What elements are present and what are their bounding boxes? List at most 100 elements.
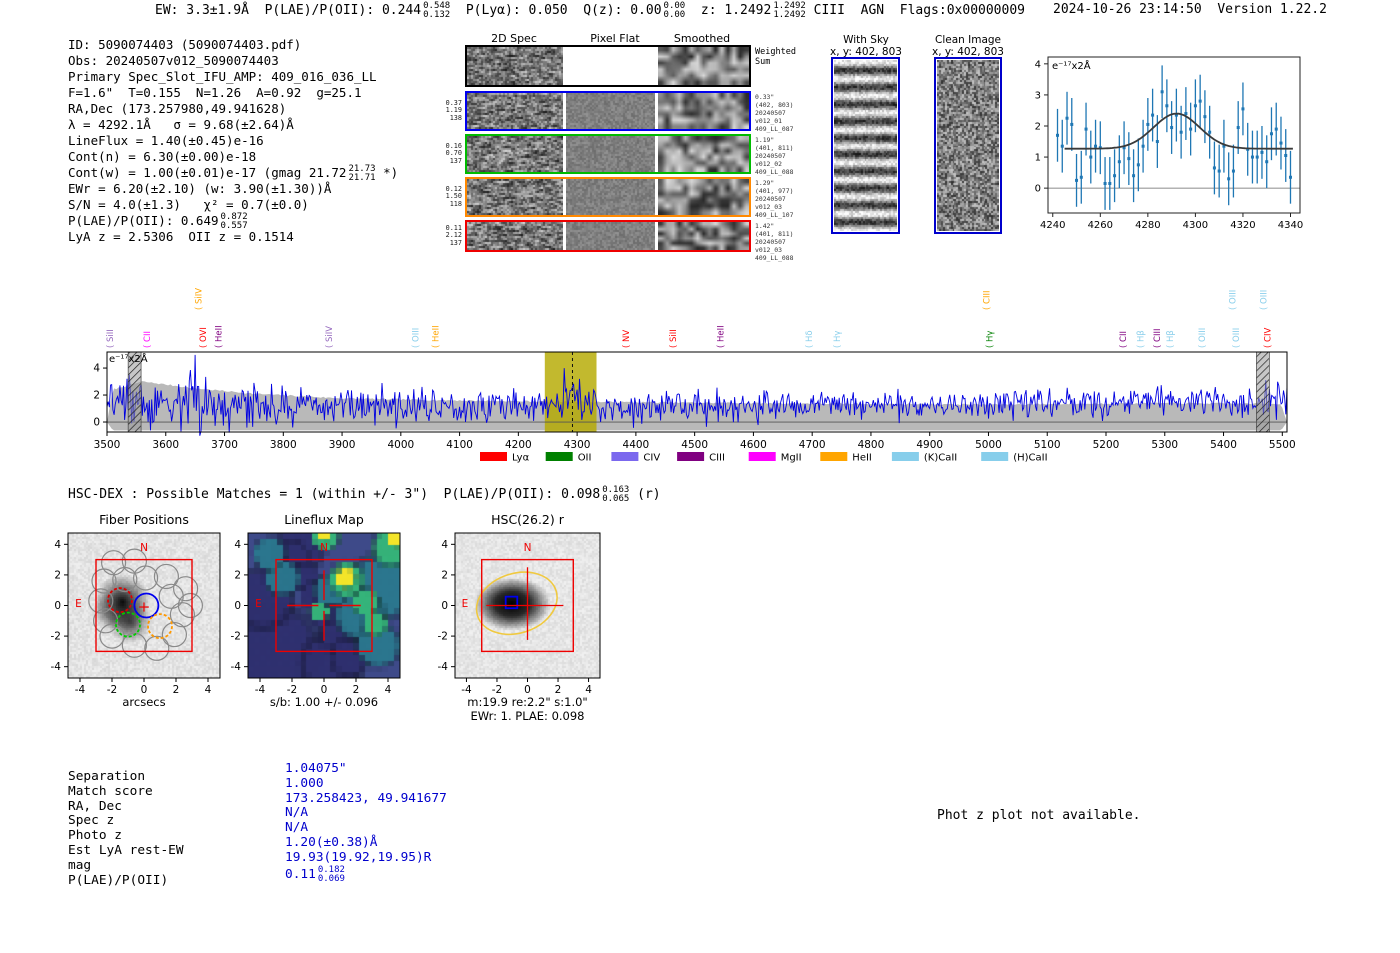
x-tick-label: 5300 — [1151, 439, 1178, 451]
x-tick-label: 4320 — [1230, 220, 1255, 231]
value: 1.19" — [755, 136, 775, 144]
emission-line-label: ( HeII — [432, 325, 442, 348]
x-tick-label: -4 — [255, 684, 266, 696]
match-row-value: N/A — [285, 805, 309, 821]
selected-fiber-circle — [147, 613, 173, 640]
legend-label: HeII — [852, 453, 872, 464]
spec2d-noise-image — [467, 93, 563, 129]
lineflux-map-title: Lineflux Map — [284, 512, 364, 527]
emission-line-label: ( Hβ — [1137, 330, 1147, 348]
x-tick-label: 3700 — [211, 439, 238, 451]
value: 409_LL_088 — [755, 168, 794, 176]
value: 20240507 — [755, 195, 786, 203]
east-label: E — [462, 598, 469, 610]
match-row-value: 19.93(19.92,19.95)R — [285, 849, 432, 865]
x-tick-label: 4200 — [505, 439, 532, 451]
elixer-detection-report: EW: 3.3±1.9Å P(LAE)/P(OII): 0.244 0.548 0.… — [0, 0, 1400, 953]
match-row-label: Spec z — [68, 813, 115, 829]
hsc-cutout-title: HSC(26.2) r — [491, 512, 565, 527]
stacked-uncertainty: 1.2492 1.2492 — [773, 1, 806, 20]
masked-band — [1256, 351, 1270, 433]
spec2d-noise-image — [467, 136, 563, 172]
y-tick-label: 2 — [234, 569, 241, 581]
x-tick-label: 4280 — [1135, 220, 1160, 231]
info-line: EWr = 6.20(±2.10) (w: 3.90(±1.30))Å — [68, 181, 332, 196]
y-tick-label: 2 — [93, 390, 100, 402]
value: Sum — [755, 57, 771, 67]
info-line: S/N = 4.0(±1.3) χ² = 0.7(±0.0) — [68, 197, 309, 212]
x-tick-label: 2 — [173, 684, 180, 696]
emission-line-label: ( OIII — [1232, 328, 1242, 348]
y-tick-label: 4 — [54, 539, 61, 551]
x-tick-label: 4500 — [681, 439, 708, 451]
y-tick-label: 2 — [1035, 121, 1041, 132]
value: (401, 977) — [755, 187, 794, 195]
x-tick-label: -2 — [107, 684, 117, 696]
emission-line-label: ( SiIV — [325, 326, 335, 348]
pixelflat-image — [566, 93, 655, 129]
info-line: RA,Dec (173.257980,49.941628) — [68, 101, 287, 116]
match-row-label: Photo z — [68, 828, 122, 844]
legend-swatch — [748, 452, 776, 461]
full-spectrum-chart: 3500 3600 3700 3800 3900 4000 4100 4200 4300 4400… — [93, 288, 1296, 464]
spec2d-noise-image — [467, 222, 563, 250]
info-line: P(LAE)/P(OII): 0.649 0.872 0.557 — [68, 212, 248, 231]
value: 137 — [449, 238, 462, 247]
spec2d-row-right-labels: 1.19" (401, 811) 20240507 v012_02 409_LL_088 — [755, 136, 801, 176]
x-tick-label: 3500 — [94, 439, 121, 451]
legend-swatch — [677, 452, 705, 461]
emission-line-label: ( HeII — [717, 325, 727, 348]
spec2d-row-left-labels: 0.12 1.50 118 — [438, 185, 462, 209]
fiber-positions-title: Fiber Positions — [99, 512, 189, 527]
fiber-positions-xlabel: arcsecs — [122, 695, 165, 709]
pixelflat-image — [566, 136, 655, 172]
emission-line-label: ( OIII — [1228, 290, 1238, 310]
legend-label: (K)CaII — [924, 453, 957, 464]
value: 0.33" — [755, 93, 775, 101]
x-tick-label: 4 — [205, 684, 212, 696]
value: 118 — [449, 199, 462, 208]
legend-label: CIII — [709, 453, 725, 464]
hsc-cutout-panel: HSC(26.2) r-4-4-2-2002244m:19.9 re:2.2" … — [438, 512, 601, 723]
emission-line-label: ( OIII — [412, 328, 422, 348]
emission-line-label: ( CII — [1119, 331, 1129, 348]
smoothed-image — [658, 93, 749, 129]
y-tick-label: -4 — [51, 661, 62, 673]
y-tick-label: 0 — [234, 600, 241, 612]
east-label: E — [75, 598, 82, 610]
info-line: LineFlux = 1.40(±0.45)e-16 — [68, 133, 264, 148]
hsc-cutout-xlabel: EWr: 1. PLAE: 0.098 — [471, 709, 585, 723]
value: 20240507 — [755, 109, 786, 117]
spec2d-row-left-labels: 0.37 1.19 138 — [438, 99, 462, 123]
emission-line-label: ( HeII — [215, 325, 225, 348]
catalog-position-box — [504, 595, 519, 610]
detection-info-block: ID: 5090074403 (5090074403.pdf) Obs: 2024… — [68, 37, 398, 245]
smoothed-image — [658, 47, 749, 85]
gaussian-fit-line — [1064, 112, 1293, 150]
timestamp-version: 2024-10-26 23:14:50 Version 1.22.2 — [1053, 2, 1327, 17]
x-tick-label: 3900 — [329, 439, 356, 451]
info-line: Cont(n) = 6.30(±0.00)e-18 — [68, 149, 257, 164]
x-tick-label: 4300 — [1183, 220, 1208, 231]
spec2d-col-title: 2D Spec — [491, 32, 537, 45]
fiber-circle — [161, 621, 187, 648]
info-line: LyA z = 2.5306 OII z = 0.1514 — [68, 229, 294, 244]
legend-swatch — [820, 452, 848, 461]
match-row-label: Est LyA rest-EW — [68, 842, 184, 858]
legend-swatch — [891, 452, 919, 461]
x-tick-label: 4400 — [623, 439, 650, 451]
y-tick-label: 2 — [54, 569, 61, 581]
x-tick-label: 5500 — [1269, 439, 1296, 451]
legend-label: OII — [578, 453, 592, 464]
x-tick-label: 3600 — [152, 439, 179, 451]
y-tick-label: 0 — [93, 417, 100, 429]
emission-line-label: ( SiII — [669, 329, 679, 348]
hsc-cutout-xlabel: m:19.9 re:2.2" s:1.0" — [467, 695, 587, 709]
legend-label: CIV — [643, 453, 660, 464]
smoothed-image — [658, 179, 749, 215]
info-line: F=1.6" T=0.155 N=1.26 A=0.92 g=25.1 — [68, 85, 362, 100]
value: (401, 811) — [755, 144, 794, 152]
withsky-noise-image — [834, 60, 897, 231]
y-tick-label: 4 — [93, 363, 100, 375]
spec2d-row-left-labels: 0.11 2.12 137 — [438, 224, 462, 248]
